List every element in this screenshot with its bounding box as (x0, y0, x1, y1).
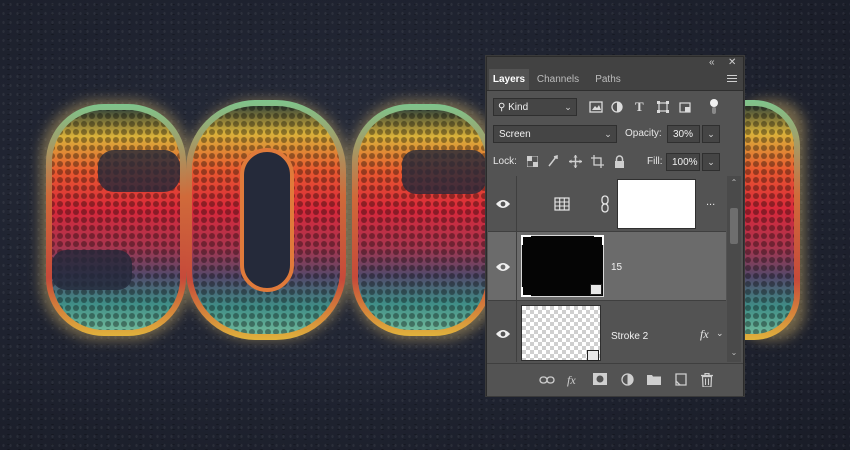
shape-filter-icon[interactable] (657, 101, 669, 113)
layer-mask-thumbnail[interactable] (617, 179, 696, 229)
tab-layers[interactable]: Layers (489, 69, 529, 90)
tab-paths[interactable]: Paths (587, 69, 629, 90)
layer-row[interactable]: ... (488, 176, 726, 232)
layer-thumbnail[interactable] (521, 235, 604, 297)
close-icon[interactable]: ✕ (728, 57, 736, 69)
folder-icon[interactable] (647, 373, 661, 387)
layers-panel: « ✕ Layers Channels Paths ⚲ Kind ⌄ T Scr… (486, 56, 744, 396)
fill-input[interactable]: 100% (666, 153, 700, 171)
opacity-input[interactable]: 30% (667, 125, 700, 143)
link-layers-icon[interactable] (539, 373, 555, 387)
chain-link-icon[interactable] (600, 195, 610, 213)
panel-tab-bar: Layers Channels Paths (487, 69, 743, 91)
image-filter-icon[interactable] (589, 101, 603, 113)
layer-row-selected[interactable]: 15 (488, 232, 726, 301)
adjustment-filter-icon[interactable] (611, 101, 623, 113)
layer-row[interactable]: Stroke 2 fx ⌄ (488, 301, 726, 362)
filter-row: ⚲ Kind ⌄ T (487, 96, 743, 118)
lock-transparent-pixels-icon[interactable] (527, 156, 538, 167)
layer-list-scrollbar[interactable]: ⌃ ⌄ (727, 176, 741, 362)
separator (516, 232, 517, 300)
adjustment-icon[interactable] (621, 373, 634, 387)
lock-row: Lock: Fill: 100% ⌄ (487, 152, 743, 174)
more-indicator: ... (706, 196, 716, 208)
thumb-corner (521, 235, 531, 245)
tab-channels[interactable]: Channels (531, 69, 585, 90)
scrollbar-thumb[interactable] (730, 208, 738, 244)
double-chevron-icon[interactable]: « (709, 57, 715, 69)
blend-mode-value: Screen (499, 129, 531, 140)
blend-mode-select[interactable]: Screen ⌄ (493, 125, 617, 143)
smart-object-filter-icon[interactable] (679, 101, 691, 113)
opacity-dropdown-button[interactable]: ⌄ (702, 125, 720, 143)
filter-toggle-icon[interactable] (709, 98, 719, 116)
chevron-down-icon[interactable]: ⌄ (716, 328, 724, 339)
smart-object-badge-icon (590, 284, 602, 295)
smart-object-badge-icon (587, 350, 599, 361)
layer-list: ... 15 Stroke 2 fx ⌄ (488, 176, 726, 362)
fx-icon[interactable]: fx (567, 373, 576, 387)
lock-label: Lock: (493, 156, 517, 167)
panel-bottom-bar: fx (487, 363, 743, 396)
blend-row: Screen ⌄ Opacity: 30% ⌄ (487, 124, 743, 146)
lock-all-icon[interactable] (614, 155, 625, 168)
artboard-lock-icon[interactable] (591, 155, 604, 168)
type-filter-icon[interactable]: T (635, 99, 644, 115)
eye-icon[interactable] (495, 328, 511, 340)
lock-position-icon[interactable] (569, 155, 582, 168)
thumb-corner (594, 235, 604, 245)
chevron-down-icon: ⌄ (564, 102, 572, 112)
layer-name: Stroke 2 (611, 331, 649, 342)
trash-icon[interactable] (701, 373, 713, 387)
letter-o (186, 100, 346, 340)
layer-name: 15 (611, 262, 623, 273)
lock-image-pixels-icon[interactable] (547, 155, 559, 168)
scroll-up-icon[interactable]: ⌃ (727, 178, 741, 187)
grid-pattern-icon (554, 197, 570, 211)
opacity-value: 30% (673, 129, 694, 140)
fill-value: 100% (672, 157, 698, 168)
kind-label: Kind (508, 102, 529, 113)
fx-icon[interactable]: fx (700, 327, 709, 342)
letter-s (46, 104, 186, 336)
new-layer-icon[interactable] (675, 373, 687, 387)
panel-menu-icon[interactable] (727, 75, 737, 84)
separator (516, 176, 517, 231)
mask-icon[interactable] (593, 373, 607, 387)
layer-thumbnail[interactable] (521, 305, 601, 361)
thumb-corner (521, 287, 531, 297)
chevron-down-icon: ⌄ (604, 129, 612, 139)
eye-icon[interactable] (495, 198, 511, 210)
kind-filter-select[interactable]: ⚲ Kind ⌄ (493, 98, 577, 116)
scroll-down-icon[interactable]: ⌄ (727, 348, 741, 357)
panel-title-bar: « ✕ (487, 57, 743, 69)
letter-g (352, 104, 492, 336)
fill-dropdown-button[interactable]: ⌄ (702, 153, 720, 171)
eye-icon[interactable] (495, 261, 511, 273)
search-icon: ⚲ (498, 102, 506, 113)
separator (516, 301, 517, 362)
opacity-label: Opacity: (625, 128, 662, 139)
fill-label: Fill: (647, 156, 663, 167)
